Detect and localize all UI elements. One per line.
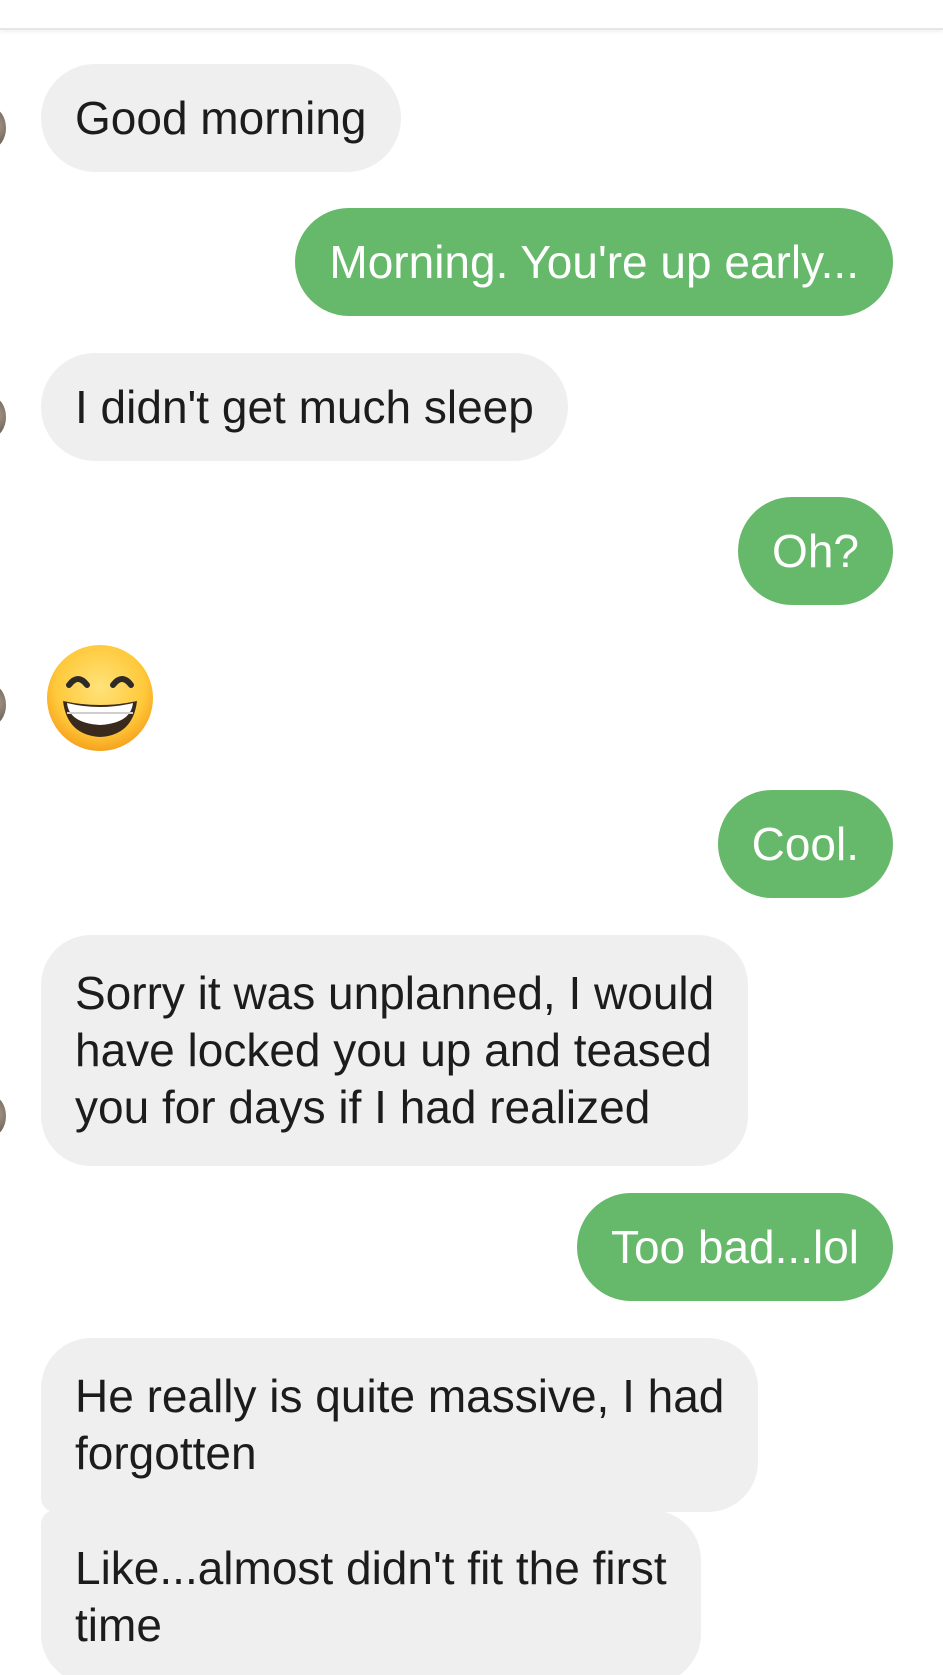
contact-avatar-icon[interactable]	[0, 397, 6, 437]
message-outgoing[interactable]: Cool.	[717, 790, 893, 898]
message-text: Too bad...lol	[610, 1220, 859, 1273]
message-text-line: forgotten	[75, 1427, 257, 1479]
message-incoming[interactable]: He really is quite massive, I had forgot…	[41, 1338, 759, 1512]
message-outgoing[interactable]: Too bad...lol	[576, 1193, 893, 1301]
message-text: Good morning	[75, 91, 367, 144]
message-text-line: have locked you up and teased	[75, 1024, 712, 1076]
contact-avatar-icon[interactable]	[0, 685, 6, 725]
message-incoming[interactable]: Like...almost didn't fit the first time	[41, 1510, 701, 1675]
message-outgoing[interactable]: Morning. You're up early...	[295, 208, 893, 316]
message-text-line: Like...almost didn't fit the first	[75, 1542, 667, 1594]
message-text-line: He really is quite massive, I had	[75, 1370, 725, 1422]
message-text: I didn't get much sleep	[75, 380, 534, 433]
message-incoming[interactable]: Sorry it was unplanned, I would have loc…	[41, 935, 749, 1166]
beaming-face-emoji-icon[interactable]	[45, 643, 155, 753]
message-text-line: time	[75, 1599, 162, 1651]
message-text: Oh?	[772, 524, 859, 577]
message-thread[interactable]: Good morning Morning. You're up early...…	[0, 0, 943, 1675]
message-text: Cool.	[751, 817, 859, 870]
message-text-line: you for days if I had realized	[75, 1081, 651, 1133]
contact-avatar-icon[interactable]	[0, 1096, 6, 1136]
message-incoming[interactable]: Good morning	[41, 64, 401, 172]
contact-avatar-icon[interactable]	[0, 108, 6, 148]
message-outgoing[interactable]: Oh?	[738, 497, 893, 605]
message-incoming[interactable]: I didn't get much sleep	[41, 353, 568, 461]
message-text: Morning. You're up early...	[329, 235, 859, 288]
message-text-line: Sorry it was unplanned, I would	[75, 967, 715, 1019]
